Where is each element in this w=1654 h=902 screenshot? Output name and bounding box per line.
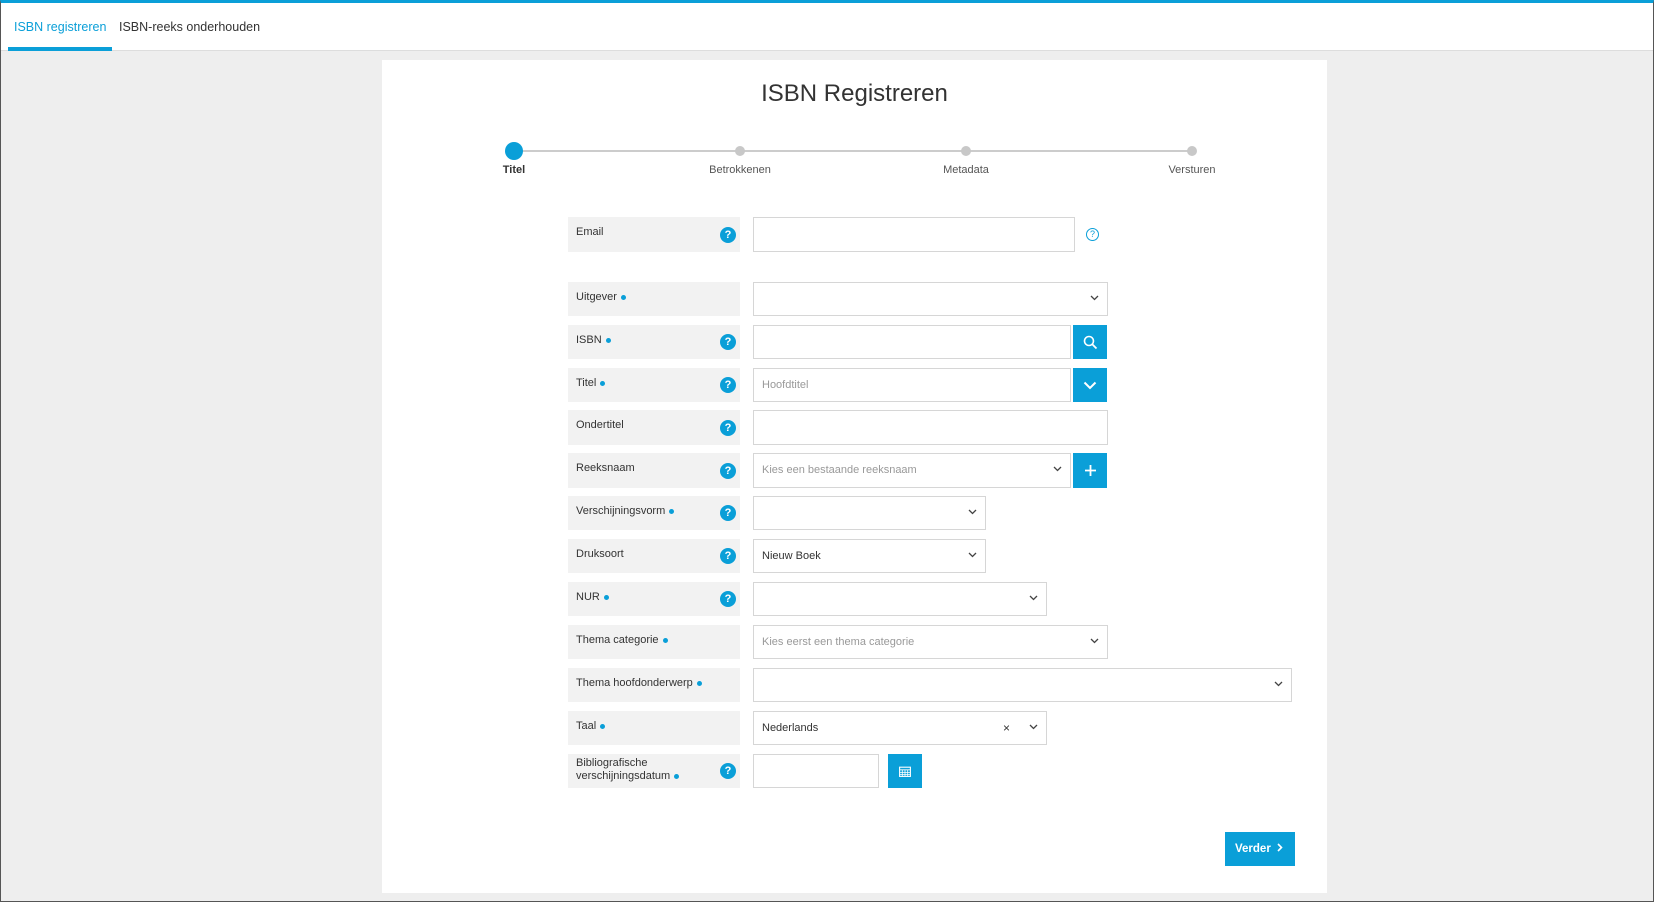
verschijningsvorm-label-text: Verschijningsvorm [576,505,666,517]
form-card: ISBN Registreren Titel Betrokkenen Metad… [382,60,1327,893]
top-tab-bar: ISBN registreren ISBN-reeks onderhouden [1,3,1653,51]
thema-categorie-placeholder: Kies eerst een thema categorie [762,636,915,648]
help-icon[interactable]: ? [720,591,736,607]
step-label-metadata: Metadata [943,164,989,176]
required-indicator [662,637,668,643]
taal-label-text: Taal [576,720,597,732]
verder-button[interactable]: Verder [1225,832,1295,866]
chevron-down-icon [968,497,977,529]
ondertitel-label-text: Ondertitel [576,419,624,431]
help-icon[interactable]: ? [720,377,736,393]
required-indicator [600,380,606,386]
help-icon[interactable]: ? [720,462,736,479]
ondertitel-label: Ondertitel ? [568,410,740,445]
required-indicator [603,594,609,600]
stepper-line [514,150,1194,152]
datum-label: Bibliografische verschijningsdatum ? [568,754,740,788]
email-label: Email ? [568,217,740,252]
druksoort-select[interactable]: Nieuw Boek [753,539,986,573]
isbn-label-text: ISBN [576,334,602,346]
thema-categorie-label-text: Thema categorie [576,634,659,646]
help-icon[interactable]: ? [720,763,736,779]
uitgever-label: Uitgever [568,282,740,316]
calendar-icon [899,766,911,777]
thema-hoofdonderwerp-select[interactable] [753,668,1292,702]
tab-isbn-registreren[interactable]: ISBN registreren [7,3,113,51]
nur-label-text: NUR [576,591,600,603]
email-field[interactable] [753,217,1075,252]
required-indicator [605,337,611,343]
titel-input[interactable]: Hoofdtitel [753,368,1071,402]
required-indicator [696,680,702,686]
reeksnaam-label: Reeksnaam ? [568,453,740,488]
step-dot-titel[interactable] [505,142,523,160]
taal-value: Nederlands [762,722,819,734]
titel-label: Titel ? [568,368,740,402]
isbn-label: ISBN ? [568,325,740,359]
reeksnaam-placeholder: Kies een bestaande reeksnaam [762,464,917,476]
help-icon[interactable]: ? [720,548,736,564]
taal-label: Taal [568,711,740,745]
verder-label: Verder [1235,843,1271,855]
datum-input[interactable] [753,754,879,788]
reeksnaam-select[interactable]: Kies een bestaande reeksnaam [753,453,1071,488]
uitgever-label-text: Uitgever [576,291,617,303]
verschijningsvorm-select[interactable] [753,496,986,530]
thema-categorie-label: Thema categorie [568,625,740,659]
chevron-right-icon [1277,832,1283,866]
chevron-down-icon [1274,669,1283,701]
chevron-down-icon [1083,381,1097,389]
verschijningsvorm-label: Verschijningsvorm ? [568,496,740,530]
add-reeksnaam-button[interactable] [1073,453,1107,488]
uitgever-select[interactable] [753,282,1108,316]
step-label-versturen: Versturen [1168,164,1216,176]
druksoort-label-text: Druksoort [576,548,624,560]
thema-hoofdonderwerp-label: Thema hoofdonderwerp [568,668,740,702]
help-icon[interactable]: ? [720,505,736,521]
datum-label-line1: Bibliografische [576,757,648,769]
thema-categorie-select[interactable]: Kies eerst een thema categorie [753,625,1108,659]
thema-hoofdonderwerp-label-text: Thema hoofdonderwerp [576,677,693,689]
titel-expand-button[interactable] [1073,368,1107,402]
required-indicator [620,294,626,300]
chevron-down-icon [1090,283,1099,315]
step-dot-versturen[interactable] [1187,146,1197,156]
required-indicator [674,773,680,779]
titel-label-text: Titel [576,377,597,389]
isbn-input[interactable] [753,325,1071,359]
required-indicator [669,508,675,514]
datum-label-line2: verschijningsdatum [576,770,671,782]
email-help-icon[interactable]: ? [1086,228,1099,241]
plus-icon [1084,465,1096,476]
help-icon[interactable]: ? [720,419,736,436]
datum-calendar-button[interactable] [888,754,922,788]
nur-label: NUR ? [568,582,740,616]
chevron-down-icon [1053,454,1062,486]
step-dot-metadata[interactable] [961,146,971,156]
druksoort-label: Druksoort ? [568,539,740,573]
chevron-down-icon [1029,583,1038,615]
required-indicator [600,723,606,729]
ondertitel-input[interactable] [753,410,1108,445]
chevron-down-icon [968,540,977,572]
tab-isbn-reeks-onderhouden[interactable]: ISBN-reeks onderhouden [119,3,260,51]
taal-select[interactable]: Nederlands × [753,711,1047,745]
step-label-titel: Titel [502,164,526,176]
isbn-search-button[interactable] [1073,325,1107,359]
help-icon[interactable]: ? [720,334,736,350]
step-dot-betrokkenen[interactable] [735,146,745,156]
nur-select[interactable] [753,582,1047,616]
reeksnaam-label-text: Reeksnaam [576,462,635,474]
druksoort-value: Nieuw Boek [762,550,821,562]
email-label-text: Email [576,226,604,238]
help-icon[interactable]: ? [720,226,736,243]
chevron-down-icon [1029,712,1038,744]
chevron-down-icon [1090,626,1099,658]
page-title: ISBN Registreren [761,80,948,107]
step-label-betrokkenen: Betrokkenen [709,164,771,176]
clear-icon[interactable]: × [1003,712,1010,744]
search-icon [1083,335,1097,349]
